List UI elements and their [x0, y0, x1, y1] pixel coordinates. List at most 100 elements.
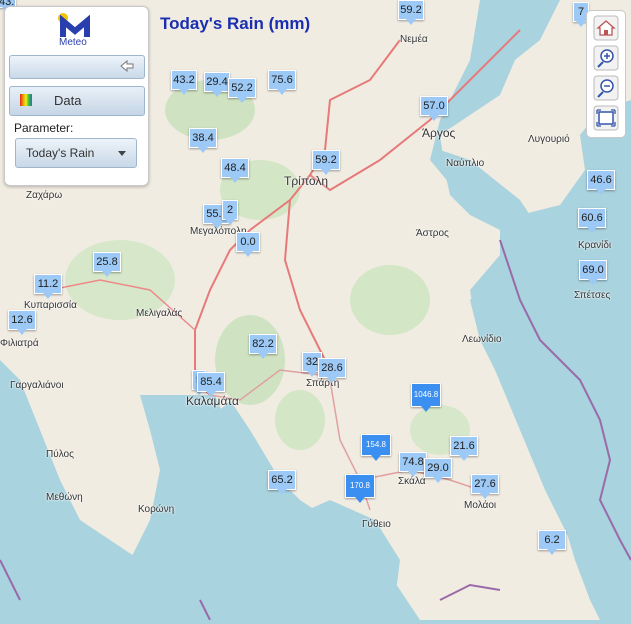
marker-pointer: [225, 219, 235, 225]
parameter-label: Parameter:: [14, 121, 74, 135]
rain-value: 2: [226, 204, 234, 216]
collapse-arrow-icon: [120, 60, 134, 72]
rain-marker[interactable]: 2: [222, 200, 238, 225]
rain-marker[interactable]: 43.2: [171, 70, 197, 95]
town-label: Άστρος: [416, 228, 449, 239]
rain-value: 11.2: [37, 278, 59, 290]
rain-value: 1046.8: [413, 390, 439, 399]
control-panel: Meteo Data Parameter: Today's Rain: [4, 6, 149, 186]
marker-pointer: [43, 293, 53, 299]
parameter-select-value: Today's Rain: [26, 146, 95, 160]
marker-pointer: [433, 477, 443, 483]
rain-marker[interactable]: 85.4: [197, 372, 225, 397]
town-label: Ζαχάρω: [26, 190, 63, 201]
marker-pointer: [206, 391, 216, 397]
town-label: Κορώνη: [138, 504, 175, 515]
rain-marker[interactable]: 21.6: [450, 436, 478, 461]
rain-marker[interactable]: 57.0: [420, 96, 448, 121]
marker-pointer: [587, 227, 597, 233]
marker-pointer: [212, 91, 222, 97]
town-label: Λυγουριό: [528, 134, 570, 145]
map-title: Today's Rain (mm): [160, 14, 311, 33]
rain-marker[interactable]: 25.8: [93, 252, 121, 277]
marker-pointer: [327, 377, 337, 383]
town-label: Γαργαλιάνοι: [10, 380, 64, 391]
town-label: Σκάλα: [398, 476, 426, 487]
rain-marker[interactable]: 60.6: [578, 208, 606, 233]
town-label: Μολάοι: [464, 500, 497, 511]
rain-value: 75.6: [271, 74, 293, 86]
rain-marker[interactable]: 28.6: [318, 358, 346, 383]
rain-marker[interactable]: 59.2: [312, 150, 340, 175]
town-label: Γύθειο: [362, 519, 391, 530]
rain-value: 154.8: [365, 440, 387, 449]
rain-value: 82.2: [252, 338, 274, 350]
rain-value: 6.2: [544, 534, 560, 546]
meteo-logo: [58, 13, 90, 37]
marker-pointer: [277, 489, 287, 495]
rain-value: 52.2: [231, 82, 253, 94]
chevron-down-icon: [118, 151, 126, 156]
town-label: Άργος: [422, 126, 456, 140]
marker-pointer: [408, 471, 418, 477]
rain-marker[interactable]: 0.0: [236, 232, 260, 257]
town-label: Μελιγαλάς: [136, 308, 183, 319]
town-label: Μεθώνη: [46, 492, 83, 503]
rain-marker[interactable]: 11.2: [34, 274, 62, 299]
rain-value: 25.8: [96, 256, 118, 268]
rain-marker[interactable]: 46.6: [587, 170, 615, 195]
rain-marker[interactable]: 65.2: [268, 470, 296, 495]
zoom-in-icon[interactable]: [593, 45, 619, 71]
marker-pointer: [102, 271, 112, 277]
collapse-bar[interactable]: [9, 55, 145, 79]
color-scale-icon: [20, 94, 32, 106]
rain-marker[interactable]: 82.2: [249, 334, 277, 359]
rain-value: 27.6: [474, 478, 496, 490]
rain-marker[interactable]: 154.8: [361, 434, 391, 461]
rain-marker[interactable]: 75.6: [268, 70, 296, 95]
marker-pointer: [230, 177, 240, 183]
marker-pointer: [179, 89, 189, 95]
rain-marker[interactable]: 27.6: [471, 474, 499, 499]
rain-value: 57.0: [423, 100, 445, 112]
rain-value: 43.2: [173, 74, 195, 86]
marker-pointer: [547, 549, 557, 555]
marker-pointer: [459, 455, 469, 461]
rain-marker[interactable]: 69.0: [579, 260, 607, 285]
rain-value: 65.2: [271, 474, 293, 486]
rain-value: 85.4: [200, 376, 222, 388]
rain-marker[interactable]: 170.8: [345, 474, 375, 503]
rain-marker[interactable]: 1046.8: [411, 383, 441, 412]
marker-pointer: [406, 19, 416, 25]
rain-marker[interactable]: 52.2: [228, 78, 256, 103]
marker-pointer: [355, 497, 365, 503]
full-extent-icon[interactable]: [593, 105, 619, 131]
rain-marker[interactable]: 59.2: [398, 0, 424, 25]
marker-pointer: [17, 329, 27, 335]
town-label: Λεωνίδιο: [462, 334, 502, 345]
marker-pointer: [429, 115, 439, 121]
marker-pointer: [198, 147, 208, 153]
town-label: Ναύπλιο: [446, 158, 485, 169]
marker-pointer: [480, 493, 490, 499]
data-button-label: Data: [54, 93, 82, 108]
marker-pointer: [237, 97, 247, 103]
rain-value: 12.6: [11, 314, 33, 326]
marker-pointer: [576, 21, 586, 27]
home-icon[interactable]: [593, 15, 619, 41]
zoom-out-icon[interactable]: [593, 75, 619, 101]
rain-value: 0.0: [240, 236, 256, 248]
rain-marker[interactable]: 12.6: [8, 310, 36, 335]
marker-pointer: [307, 371, 317, 377]
data-button[interactable]: Data: [9, 86, 145, 116]
marker-pointer: [277, 89, 287, 95]
rain-marker[interactable]: 29.0: [424, 458, 452, 483]
rain-marker[interactable]: 48.4: [221, 158, 249, 183]
rain-marker[interactable]: 38.4: [189, 128, 217, 153]
rain-marker[interactable]: 29.4: [204, 72, 230, 97]
rain-marker[interactable]: 74.8: [399, 452, 427, 477]
rain-value: 60.6: [581, 212, 603, 224]
rain-marker[interactable]: 6.2: [538, 530, 566, 555]
rain-value: 38.4: [192, 132, 214, 144]
parameter-select[interactable]: Today's Rain: [15, 138, 137, 168]
